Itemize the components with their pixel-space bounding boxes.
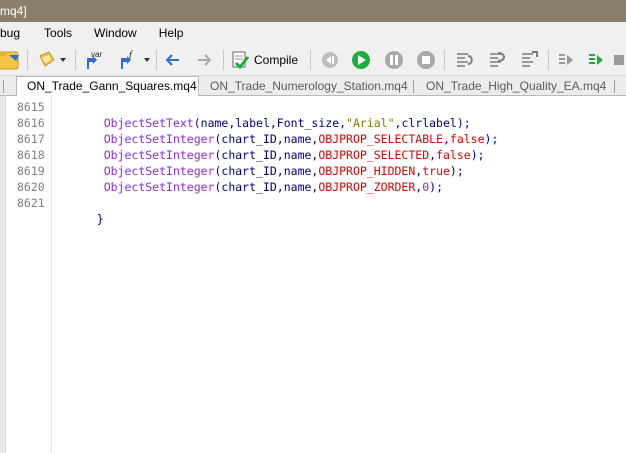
play-icon — [352, 51, 370, 69]
stop-button[interactable] — [414, 48, 438, 72]
step-into-button[interactable] — [451, 48, 477, 72]
restart-button[interactable] — [318, 48, 342, 72]
back-button[interactable] — [162, 48, 184, 72]
start-testing-button[interactable] — [585, 48, 607, 72]
line-number: 8617 — [17, 132, 45, 146]
line-number: 8620 — [17, 180, 45, 194]
tab-on-trade-gann-squares[interactable]: ON_Trade_Gann_Squares.mq4 — [16, 76, 199, 97]
function-icon: f — [120, 50, 133, 69]
line-number: 8618 — [17, 148, 45, 162]
stop-icon — [417, 51, 435, 69]
compile-button[interactable]: Compile — [230, 48, 304, 72]
menu-debug[interactable]: bug — [0, 22, 28, 44]
pause-icon — [385, 51, 403, 69]
tab-on-trade-high-quality-ea[interactable]: ON_Trade_High_Quality_EA.mq4 — [416, 77, 612, 97]
stop-testing-icon — [614, 55, 624, 65]
chevron-down-icon — [143, 58, 150, 62]
run-to-cursor-button[interactable] — [555, 48, 577, 72]
menu-tools[interactable]: Tools — [28, 22, 80, 44]
arrow-left-icon — [165, 54, 179, 66]
folder-icon — [0, 51, 19, 70]
navigator-icon — [38, 51, 55, 67]
tab-label: ON_Trade_Gann_Squares.mq4 — [27, 79, 197, 93]
tab-label: ON_Trade_High_Quality_EA.mq4 — [426, 79, 607, 93]
arrow-right-icon — [198, 54, 212, 66]
compile-icon — [232, 51, 250, 70]
compile-label: Compile — [254, 53, 299, 67]
menu-help[interactable]: Help — [145, 22, 192, 44]
svg-text:var: var — [91, 50, 102, 59]
navigator-button[interactable] — [33, 48, 69, 72]
menu-bar: bug Tools Window Help — [0, 22, 626, 44]
code-editor[interactable]: ObjectSetText(name,label,Font_size,"Aria… — [53, 96, 626, 453]
line-number: 8619 — [17, 164, 45, 178]
editor-tab-bar: ON_Trade_Gann_Squares.mq4 ON_Trade_Numer… — [0, 76, 626, 97]
stop-testing-button[interactable] — [612, 48, 626, 72]
line-number-gutter: 8615 8616 8617 8618 8619 8620 8621 — [7, 96, 52, 453]
step-into-icon — [457, 53, 473, 67]
run-to-cursor-icon — [559, 54, 573, 65]
tab-on-trade-numerology-station[interactable]: ON_Trade_Numerology_Station.mq4 — [200, 77, 412, 97]
open-folder-button[interactable] — [0, 48, 22, 72]
forward-button[interactable] — [193, 48, 215, 72]
line-number: 8621 — [17, 196, 45, 210]
tab-label: ON_Trade_Numerology_Station.mq4 — [210, 79, 408, 93]
line-number: 8616 — [17, 116, 45, 130]
insert-function-button[interactable]: f — [114, 48, 152, 72]
menu-window[interactable]: Window — [80, 22, 145, 44]
pause-button[interactable] — [382, 48, 406, 72]
step-over-icon — [490, 52, 505, 67]
line-number: 8615 — [17, 100, 45, 114]
editor-left-margin — [0, 96, 6, 453]
step-over-button[interactable] — [484, 48, 510, 72]
toolbar: var f Compile — [0, 44, 626, 76]
insert-variable-button[interactable]: var — [82, 48, 108, 72]
step-out-icon — [522, 51, 538, 67]
variable-icon: var — [87, 50, 102, 69]
step-out-button[interactable] — [516, 48, 542, 72]
start-button[interactable] — [349, 48, 373, 72]
window-title: mq4] — [0, 4, 27, 18]
restart-icon — [322, 52, 338, 68]
window-title-bar: mq4] — [0, 0, 626, 22]
code-line: ObjectSetInteger(chart_ID,name,OBJPROP_Z… — [103, 180, 444, 194]
start-testing-icon — [589, 54, 603, 65]
code-line: } — [96, 212, 104, 226]
chevron-down-icon — [59, 58, 66, 62]
